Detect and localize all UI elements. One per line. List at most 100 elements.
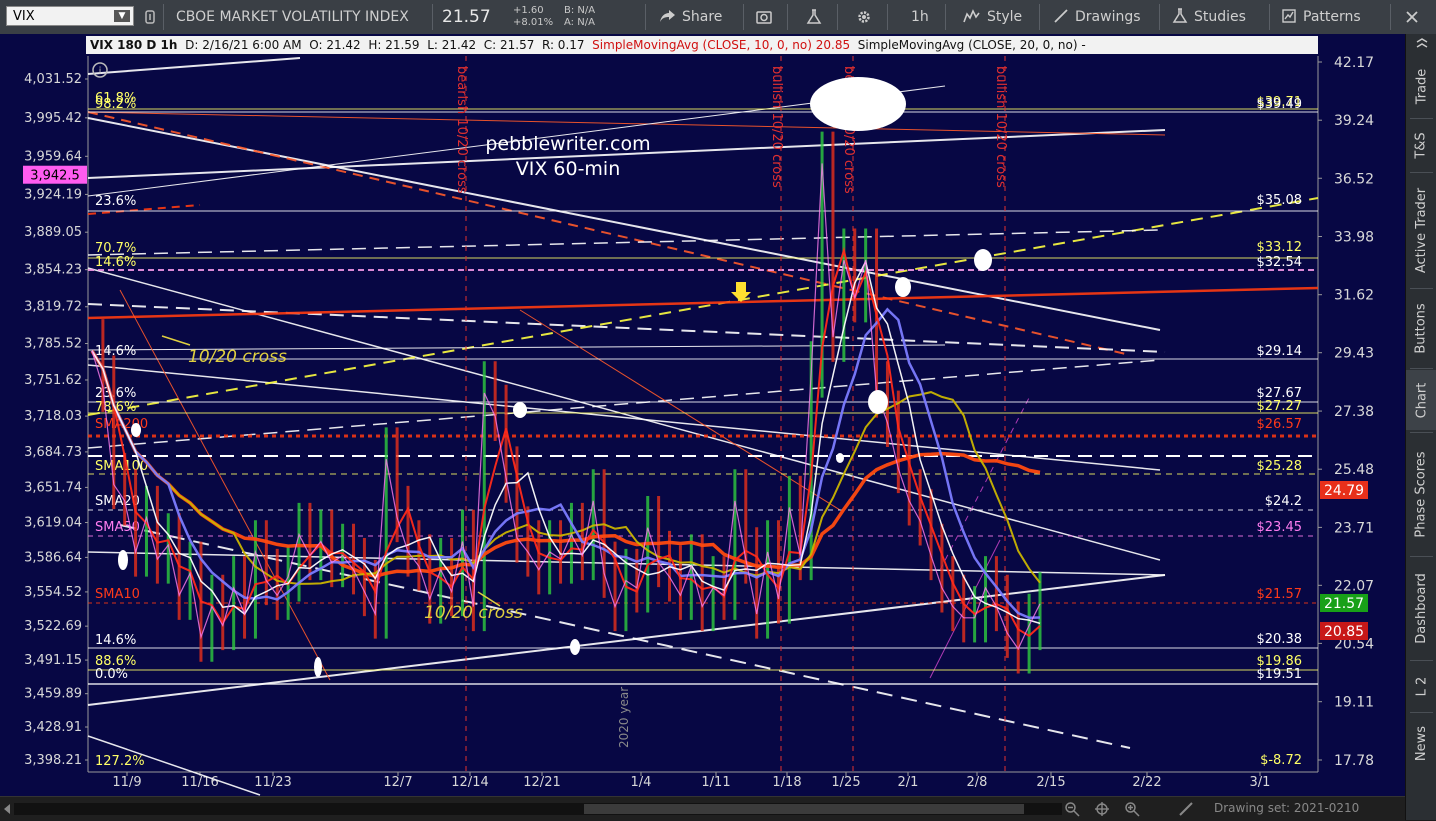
left-tick-label: 3,491.15 <box>24 653 82 668</box>
share-button[interactable]: Share <box>658 0 722 34</box>
side-tab-active-trader[interactable]: Active Trader <box>1406 174 1436 286</box>
right-level-label: $-8.72 <box>1260 753 1302 768</box>
divider <box>1410 172 1433 173</box>
study-sma10[interactable]: SimpleMovingAvg (CLOSE, 10, 0, no) <box>592 38 812 52</box>
spx-price-tag-label: 3,942.5 <box>30 169 80 184</box>
left-tick-label: 3,586.64 <box>24 550 82 565</box>
gear-icon[interactable] <box>856 9 872 25</box>
x-tick-label: 11/16 <box>181 775 218 790</box>
drawing-set-label[interactable]: Drawing set: 2021-0210 <box>1214 801 1359 815</box>
right-level-label: $29.14 <box>1257 344 1303 359</box>
study-sma20-value: - <box>1081 38 1086 52</box>
x-tick-label: 2/1 <box>898 775 919 790</box>
panel-collapse-button[interactable] <box>1406 34 1436 56</box>
studies-button[interactable]: Studies <box>1172 0 1246 34</box>
bar-date: D: 2/16/21 6:00 AM <box>185 38 302 52</box>
symbol-dropdown-icon[interactable]: ▼ <box>114 10 130 22</box>
left-tick-label: 3,651.74 <box>24 480 82 495</box>
study-sma20[interactable]: SimpleMovingAvg (CLOSE, 20, 0, no) <box>858 38 1078 52</box>
link-icon[interactable] <box>142 9 158 25</box>
side-tab-chart[interactable]: Chart <box>1406 370 1436 430</box>
left-level-label: 98.2% <box>95 97 136 112</box>
annotation-cross: 10/20 cross <box>188 347 287 367</box>
side-tab-buttons[interactable]: Buttons <box>1406 290 1436 366</box>
left-level-label: 23.6% <box>95 386 136 401</box>
left-tick-label: 3,959.64 <box>24 149 82 164</box>
highlight-ellipse <box>974 249 992 271</box>
close-icon[interactable] <box>1404 9 1420 25</box>
side-tab-ts[interactable]: T&S <box>1406 120 1436 170</box>
drawings-button[interactable]: Drawings <box>1053 0 1141 34</box>
toolbar-separator <box>163 4 164 30</box>
right-tick-label: 22.07 <box>1334 578 1374 594</box>
left-level-label: 23.6% <box>95 194 136 209</box>
crosshair-icon[interactable] <box>1094 801 1110 817</box>
right-tick-label: 17.78 <box>1334 753 1374 769</box>
left-tick-label: 3,459.89 <box>24 687 82 702</box>
style-icon <box>963 9 980 23</box>
highlight-ellipse <box>513 402 527 418</box>
x-tick-label: 1/4 <box>631 775 652 790</box>
annotation-cross: 10/20 cross <box>424 603 523 623</box>
snapshot-icon[interactable] <box>756 9 772 25</box>
highlight-ellipse <box>895 277 911 297</box>
patterns-button[interactable]: Patterns <box>1281 0 1361 34</box>
style-label: Style <box>987 9 1023 25</box>
price-chart[interactable]: 4,031.52 3,995.42 3,959.64 3,924.19 3,889.05… <box>0 34 1405 796</box>
bid-value: B: N/A <box>564 5 596 16</box>
drawings-label: Drawings <box>1075 9 1141 25</box>
toolbar-separator <box>787 4 788 30</box>
symbol-input[interactable]: VIX ▼ <box>6 6 134 26</box>
left-axis: 4,031.52 3,995.42 3,959.64 3,924.19 3,889.05… <box>23 56 89 772</box>
side-tab-dashboard[interactable]: Dashboard <box>1406 558 1436 658</box>
left-tick-label: 3,554.52 <box>24 585 82 600</box>
highlight-ellipse <box>810 77 906 131</box>
left-tick-label: 3,854.23 <box>24 263 82 278</box>
style-button[interactable]: Style <box>963 0 1022 34</box>
studies-label: Studies <box>1194 9 1246 25</box>
right-tick-label: 36.52 <box>1334 171 1374 187</box>
x-tick-label: 11/23 <box>254 775 291 790</box>
x-tick-label: 12/7 <box>383 775 412 790</box>
share-icon <box>660 10 675 22</box>
toolbar-separator <box>1269 4 1270 30</box>
current-price-tag-label: 21.57 <box>1324 596 1364 612</box>
divider <box>1410 118 1433 119</box>
patterns-label: Patterns <box>1303 9 1361 25</box>
toolbar: VIX ▼ CBOE MARKET VOLATILITY INDEX 21.57… <box>0 0 1436 35</box>
timeframe-button[interactable]: 1h <box>911 0 929 34</box>
left-level-label: 14.6% <box>95 344 136 359</box>
zoom-in-icon[interactable] <box>1124 801 1140 817</box>
left-tick-label: 4,031.52 <box>24 72 82 87</box>
divider <box>1410 368 1433 369</box>
side-tab-label: Dashboard <box>1414 572 1429 644</box>
side-tab-trade[interactable]: Trade <box>1406 56 1436 116</box>
x-axis: 11/9 11/16 11/23 12/7 12/14 12/21 1/4 1/11 1/18 1… <box>88 771 1318 790</box>
side-tab-phase-scores[interactable]: Phase Scores <box>1406 434 1436 554</box>
side-tab-label: Active Trader <box>1414 187 1429 273</box>
cross-marker-label: bullish 10/20 cross <box>769 66 784 188</box>
side-tab-l2[interactable]: L 2 <box>1406 662 1436 710</box>
side-tab-label: News <box>1414 725 1430 761</box>
drawings-icon <box>1054 9 1068 23</box>
scrollbar-thumb[interactable] <box>584 804 1024 814</box>
right-level-label: $32.54 <box>1257 255 1303 270</box>
pencil-icon[interactable] <box>1178 801 1194 817</box>
symbol-period: VIX 180 D 1h <box>90 38 178 52</box>
right-level-label: $35.08 <box>1257 193 1303 208</box>
side-tab-news[interactable]: News <box>1406 714 1436 772</box>
divider <box>1410 288 1433 289</box>
left-tick-label: 3,785.52 <box>24 337 82 352</box>
bar-open: O: 21.42 <box>309 38 361 52</box>
flask-icon[interactable] <box>806 9 822 25</box>
chart-area[interactable]: 4,031.52 3,995.42 3,959.64 3,924.19 3,889.05… <box>0 34 1405 796</box>
side-tab-label: T&S <box>1414 131 1429 159</box>
right-tick-label: 33.98 <box>1334 230 1374 246</box>
bar-range: R: 0.17 <box>541 38 585 52</box>
left-level-label: 70.7% <box>95 241 136 256</box>
scroll-left-icon[interactable] <box>2 803 12 815</box>
toolbar-separator <box>1039 4 1040 30</box>
divider <box>1410 432 1433 433</box>
zoom-out-icon[interactable] <box>1064 801 1080 817</box>
side-tab-label: L 2 <box>1414 676 1429 696</box>
